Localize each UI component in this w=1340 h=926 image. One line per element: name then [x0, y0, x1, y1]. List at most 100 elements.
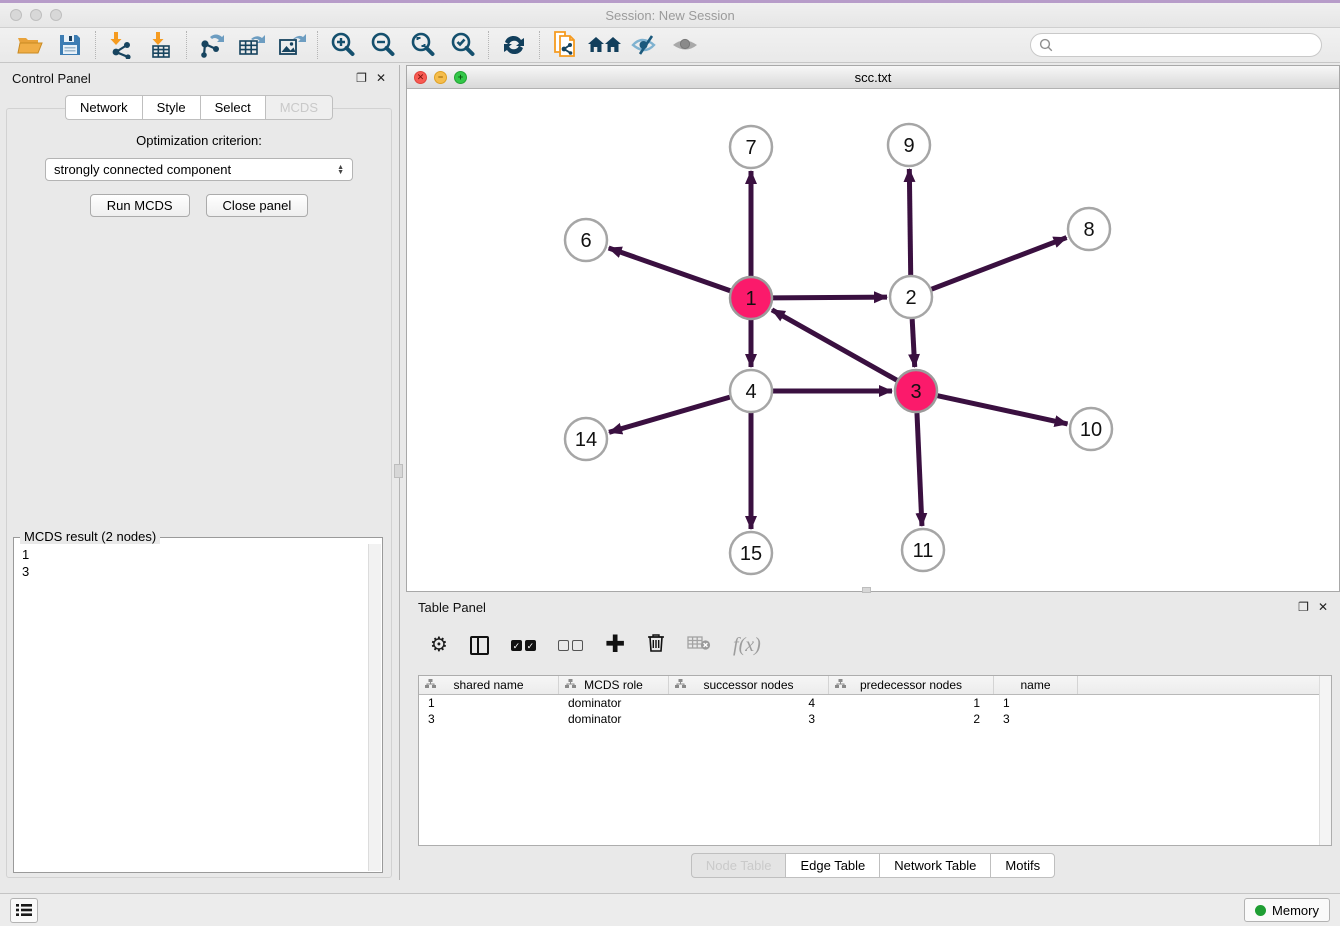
- table-cell[interactable]: dominator: [559, 696, 669, 710]
- clone-network-button[interactable]: [545, 30, 585, 60]
- result-scrollbar[interactable]: [368, 544, 381, 871]
- network-resize-handle[interactable]: [862, 587, 871, 593]
- export-table-button[interactable]: [232, 30, 272, 60]
- split-columns-icon[interactable]: [470, 636, 489, 655]
- network-window-titlebar[interactable]: scc.txt ✕ − +: [407, 66, 1339, 89]
- refresh-view-button[interactable]: [494, 30, 534, 60]
- zoom-out-button[interactable]: [363, 30, 403, 60]
- search-input[interactable]: [1054, 35, 1321, 55]
- tab-edge-table[interactable]: Edge Table: [785, 853, 879, 878]
- splitter-handle[interactable]: [394, 464, 403, 478]
- export-network-button[interactable]: [192, 30, 232, 60]
- graph-edge-1-2[interactable]: [773, 297, 887, 298]
- table-cell[interactable]: 4: [669, 696, 829, 710]
- graph-edge-2-3[interactable]: [912, 319, 915, 367]
- graph-node-label-4: 4: [745, 381, 756, 403]
- graph-node-label-9: 9: [903, 135, 914, 157]
- table-scrollbar[interactable]: [1319, 676, 1331, 845]
- add-column-icon[interactable]: ✚: [605, 633, 625, 657]
- deselect-all-checkboxes-icon[interactable]: [558, 640, 583, 651]
- toolbar-separator: [186, 31, 187, 59]
- graph-edge-1-6[interactable]: [609, 248, 731, 291]
- column-sort-icon[interactable]: [565, 678, 576, 692]
- show-elements-button[interactable]: [665, 30, 705, 60]
- tab-network-table[interactable]: Network Table: [879, 853, 990, 878]
- close-panel-icon[interactable]: ✕: [376, 72, 386, 84]
- task-history-button[interactable]: [10, 898, 38, 923]
- search-field[interactable]: [1030, 33, 1322, 57]
- table-cell[interactable]: 3: [994, 712, 1078, 726]
- column-header-MCDS-role[interactable]: MCDS role: [559, 676, 669, 694]
- zoom-selected-button[interactable]: [443, 30, 483, 60]
- delete-table-icon[interactable]: [687, 635, 711, 656]
- float-table-panel-icon[interactable]: ❐: [1298, 601, 1309, 613]
- memory-label: Memory: [1272, 903, 1319, 918]
- table-cell[interactable]: 2: [829, 712, 994, 726]
- export-network-icon: [198, 31, 226, 59]
- zoom-fit-icon: [409, 31, 437, 59]
- float-panel-icon[interactable]: ❐: [356, 72, 367, 84]
- tab-select[interactable]: Select: [200, 95, 265, 120]
- mcds-result-text[interactable]: 1 3: [22, 546, 366, 870]
- table-cell[interactable]: dominator: [559, 712, 669, 726]
- cytoscape-app: { "window": { "title": "Session: New Ses…: [0, 0, 1340, 926]
- graph-edge-4-14[interactable]: [609, 397, 730, 432]
- graph-edge-3-1[interactable]: [772, 310, 897, 380]
- toolbar-separator: [317, 31, 318, 59]
- graph-edge-3-10[interactable]: [937, 396, 1067, 424]
- export-image-button[interactable]: [272, 30, 312, 60]
- window-titlebar: Session: New Session: [0, 3, 1340, 28]
- run-mcds-button[interactable]: Run MCDS: [90, 194, 190, 217]
- optimization-criterion-select[interactable]: strongly connected component ▲▼: [45, 158, 353, 181]
- tab-network[interactable]: Network: [65, 95, 142, 120]
- graph-edge-2-8[interactable]: [932, 238, 1067, 290]
- table-cell[interactable]: 3: [419, 712, 559, 726]
- network-graph[interactable]: 1234678910111415: [407, 89, 1339, 591]
- close-panel-button[interactable]: Close panel: [206, 194, 309, 217]
- home-button[interactable]: [585, 30, 625, 60]
- graph-node-label-1: 1: [745, 288, 756, 310]
- zoom-selected-icon: [449, 31, 477, 59]
- tab-style[interactable]: Style: [142, 95, 200, 120]
- column-header-label: name: [1020, 678, 1050, 692]
- select-all-checkboxes-icon[interactable]: ✓✓: [511, 640, 536, 651]
- table-cell[interactable]: 3: [669, 712, 829, 726]
- column-header-name[interactable]: name: [994, 676, 1078, 694]
- network-canvas[interactable]: 1234678910111415: [407, 89, 1339, 591]
- delete-icon[interactable]: [647, 632, 665, 658]
- table-row[interactable]: 3dominator323: [419, 711, 1331, 727]
- zoom-in-button[interactable]: [323, 30, 363, 60]
- toolbar-separator: [539, 31, 540, 59]
- table-cell[interactable]: 1: [829, 696, 994, 710]
- table-row[interactable]: 1dominator411: [419, 695, 1331, 711]
- clone-network-icon: [551, 30, 579, 60]
- column-header-label: successor nodes: [703, 678, 793, 692]
- tab-motifs[interactable]: Motifs: [990, 853, 1055, 878]
- gear-icon[interactable]: ⚙: [430, 635, 448, 655]
- column-sort-icon[interactable]: [425, 678, 436, 692]
- table-cell[interactable]: 1: [419, 696, 559, 710]
- hide-elements-button[interactable]: [625, 30, 665, 60]
- column-sort-icon[interactable]: [675, 678, 686, 692]
- optimization-criterion-label: Optimization criterion:: [7, 133, 391, 148]
- tab-node-table[interactable]: Node Table: [691, 853, 786, 878]
- open-session-button[interactable]: [10, 30, 50, 60]
- zoom-fit-button[interactable]: [403, 30, 443, 60]
- column-header-predecessor-nodes[interactable]: predecessor nodes: [829, 676, 994, 694]
- graph-edge-2-9[interactable]: [909, 169, 910, 275]
- column-header-shared-name[interactable]: shared name: [419, 676, 559, 694]
- save-session-button[interactable]: [50, 30, 90, 60]
- table-cell[interactable]: 1: [994, 696, 1078, 710]
- mcds-result-legend: MCDS result (2 nodes): [20, 529, 160, 544]
- memory-button[interactable]: Memory: [1244, 898, 1330, 922]
- import-network-button[interactable]: [101, 30, 141, 60]
- function-builder-icon[interactable]: f(x): [733, 634, 761, 657]
- import-table-button[interactable]: [141, 30, 181, 60]
- memory-status-icon: [1255, 905, 1266, 916]
- graph-edge-3-11[interactable]: [917, 413, 922, 526]
- close-table-panel-icon[interactable]: ✕: [1318, 601, 1328, 613]
- home-icon: [588, 33, 622, 57]
- column-sort-icon[interactable]: [835, 678, 846, 692]
- tab-mcds[interactable]: MCDS: [265, 95, 333, 120]
- column-header-successor-nodes[interactable]: successor nodes: [669, 676, 829, 694]
